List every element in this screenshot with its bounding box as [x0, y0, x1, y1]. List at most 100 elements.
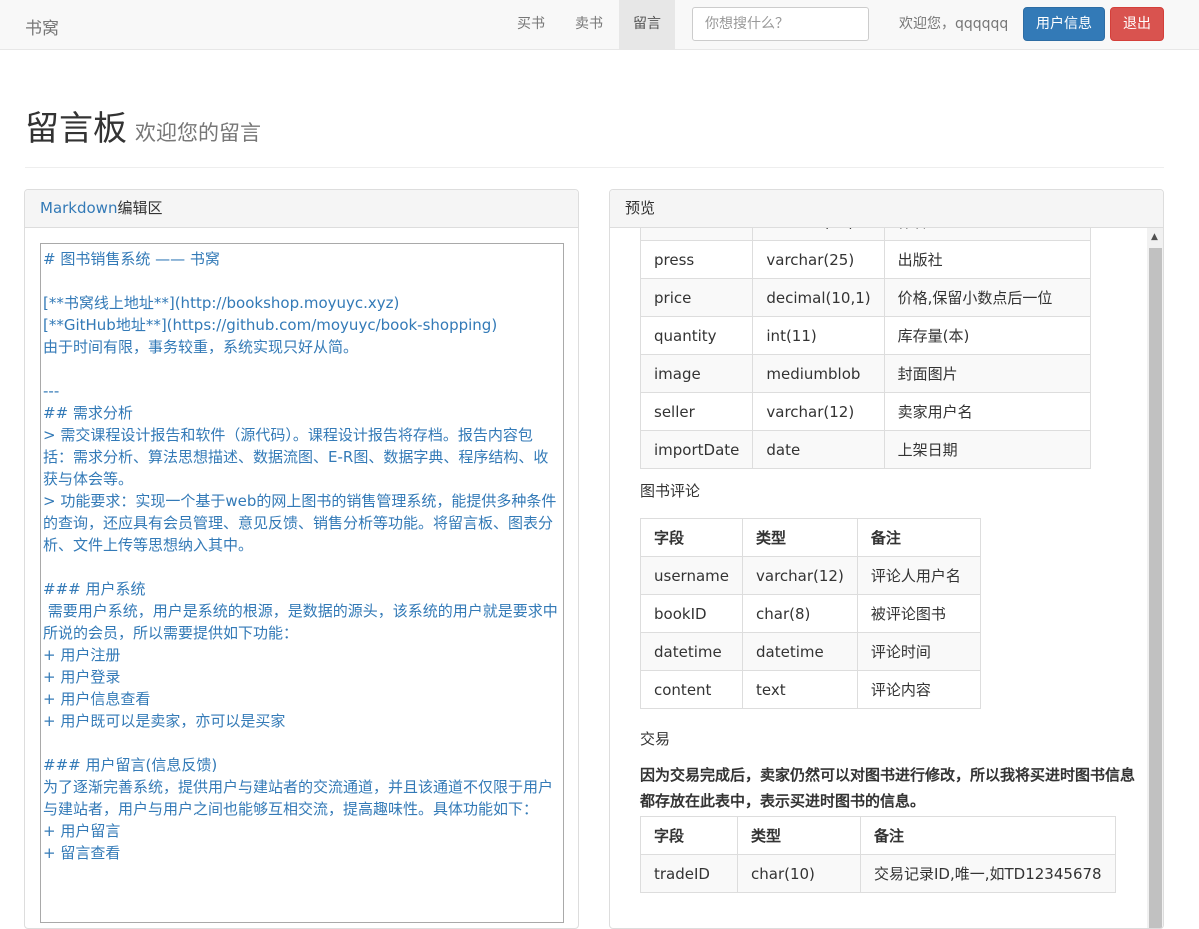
page-header: 留言板 欢迎您的留言: [25, 104, 1164, 168]
preview-content: authorvarchar(20)作者pressvarchar(25)出版社pr…: [610, 228, 1147, 928]
table-cell: decimal(10,1): [752, 278, 885, 317]
table-row: press varchar(25) 出版社: [639, 240, 1091, 279]
table-cell: username: [640, 556, 743, 595]
user-info-button[interactable]: 用户信息: [1023, 7, 1105, 41]
table-cell: varchar(12): [752, 392, 885, 431]
preview-panel-heading: 预览: [610, 190, 1163, 228]
editor-line: ## 需求分析: [43, 404, 133, 422]
brand-logo[interactable]: 书窝: [25, 14, 59, 39]
table-cell: varchar(25): [752, 240, 885, 279]
table-cell: 卖家用户名: [883, 392, 1091, 431]
editor-line: 由于时间有限，事务较重，系统实现只好从简。: [43, 338, 359, 356]
table-row: image mediumblob 封面图片: [639, 354, 1091, 393]
search-input[interactable]: [692, 7, 869, 41]
table-cell: text: [742, 670, 858, 709]
editor-label: 编辑区: [117, 199, 163, 217]
editor-line: + 用户信息查看: [43, 690, 151, 708]
editor-line: 为了逐渐完善系统，提供用户与建站者的交流通道，并且该通道不仅限于用户与建站者，用…: [43, 778, 554, 818]
table-row: quantity int(11) 库存量(本): [639, 316, 1091, 355]
table-row: datetime datetime 评论时间: [640, 632, 981, 671]
trade-note: 因为交易完成后，卖家仍然可以对图书进行修改，所以我将买进时图书信息都存放在此表中…: [640, 766, 1136, 810]
table-header-cell: 字段: [640, 816, 738, 855]
table-header-row: 字段 类型 备注: [640, 518, 981, 557]
table-cell: 出版社: [883, 240, 1091, 279]
table-cell: char(8): [742, 594, 858, 633]
scroll-up-arrow-icon[interactable]: ▲: [1151, 232, 1158, 242]
table-cell: datetime: [640, 632, 743, 671]
table-row: importDate date 上架日期: [639, 430, 1091, 469]
preview-panel: 预览 authorvarchar(20)作者pressvarchar(25)出版…: [609, 189, 1164, 929]
table-cell: 被评论图书: [856, 594, 981, 633]
table-cell: char(10): [737, 854, 861, 893]
markdown-label: Markdown: [40, 199, 118, 217]
table-row: content text 评论内容: [640, 670, 981, 709]
table-cell: 评论人用户名: [856, 556, 981, 595]
editor-line: + 用户既可以是卖家，亦可以是买家: [43, 712, 286, 730]
editor-line: > 需交课程设计报告和软件（源代码）。课程设计报告将存档。报告内容包括：需求分析…: [43, 426, 549, 488]
table-row: authorvarchar(20)作者: [639, 228, 1091, 241]
table-header-cell: 类型: [742, 518, 858, 557]
editor-line: + 用户登录: [43, 668, 121, 686]
editor-line: + 留言查看: [43, 844, 121, 862]
comment-table: 字段 类型 备注 username varchar(12) 评论人用户名 bookID ch…: [640, 518, 981, 709]
table-cell: 交易记录ID,唯一,如TD12345678: [860, 854, 1116, 893]
editor-line: # 图书销售系统 —— 书窝: [43, 250, 220, 268]
editor-line: [**书窝线上地址**](http://bookshop.moyuyc.xyz): [43, 294, 400, 312]
table-cell: importDate: [639, 430, 754, 469]
table-cell: price: [639, 278, 754, 317]
table-header-cell: 类型: [737, 816, 861, 855]
table-cell: 作者: [883, 228, 1091, 241]
table-row: tradeID char(10) 交易记录ID,唯一,如TD12345678: [640, 854, 1116, 893]
table-cell: 库存量(本): [883, 316, 1091, 355]
trade-section-title: 交易: [640, 730, 671, 748]
table-cell: 评论内容: [856, 670, 981, 709]
editor-line: + 用户注册: [43, 646, 121, 664]
table-cell: content: [640, 670, 743, 709]
editor-line: [**GitHub地址**](https://github.com/moyuyc…: [43, 316, 498, 334]
nav-link-buy[interactable]: 买书: [503, 0, 559, 49]
table-cell: quantity: [639, 316, 754, 355]
table-cell: press: [639, 240, 754, 279]
scroll-thumb[interactable]: [1149, 248, 1162, 928]
table-cell: int(11): [752, 316, 885, 355]
nav-link-sell[interactable]: 卖书: [561, 0, 617, 49]
table-header-cell: 备注: [860, 816, 1116, 855]
editor-line: ---: [43, 382, 60, 400]
table-row: seller varchar(12) 卖家用户名: [639, 392, 1091, 431]
table-row: price decimal(10,1) 价格,保留小数点后一位: [639, 278, 1091, 317]
preview-scrollbar[interactable]: ▲: [1147, 228, 1163, 928]
editor-line: ### 用户系统: [43, 580, 146, 598]
markdown-editor-textarea[interactable]: # 图书销售系统 —— 书窝 [**书窝线上地址**](http://booksh…: [40, 243, 564, 923]
nav-link-message[interactable]: 留言: [619, 0, 675, 49]
page-title-text: 留言板: [25, 109, 127, 149]
table-header-cell: 备注: [856, 518, 981, 557]
table-cell: mediumblob: [752, 354, 885, 393]
welcome-text: 欢迎您，qqqqqq: [899, 16, 1009, 32]
editor-line: ### 用户留言(信息反馈): [43, 756, 218, 774]
table-cell: 评论时间: [856, 632, 981, 671]
table-header-row: 字段 类型 备注: [640, 816, 1116, 855]
table-cell: image: [639, 354, 754, 393]
table-cell: author: [639, 228, 754, 241]
table-header-cell: 字段: [640, 518, 743, 557]
book-table: authorvarchar(20)作者pressvarchar(25)出版社pr…: [639, 228, 1091, 469]
table-cell: datetime: [742, 632, 858, 671]
comment-section-title: 图书评论: [640, 482, 701, 500]
logout-button[interactable]: 退出: [1110, 7, 1164, 41]
page-subtitle: 欢迎您的留言: [135, 121, 261, 145]
editor-line: > 功能要求：实现一个基于web的网上图书的销售管理系统，能提供多种条件的查询，…: [43, 492, 557, 554]
navbar: 书窝 买书 卖书 留言 欢迎您，qqqqqq 用户信息 退出: [0, 0, 1199, 50]
editor-line: + 用户留言: [43, 822, 121, 840]
table-cell: varchar(20): [752, 228, 885, 241]
table-cell: 封面图片: [883, 354, 1091, 393]
editor-panel-heading: Markdown编辑区: [25, 190, 578, 228]
table-cell: bookID: [640, 594, 743, 633]
table-cell: seller: [639, 392, 754, 431]
page-title: 留言板 欢迎您的留言: [25, 104, 1164, 158]
table-cell: tradeID: [640, 854, 738, 893]
table-row: bookID char(8) 被评论图书: [640, 594, 981, 633]
